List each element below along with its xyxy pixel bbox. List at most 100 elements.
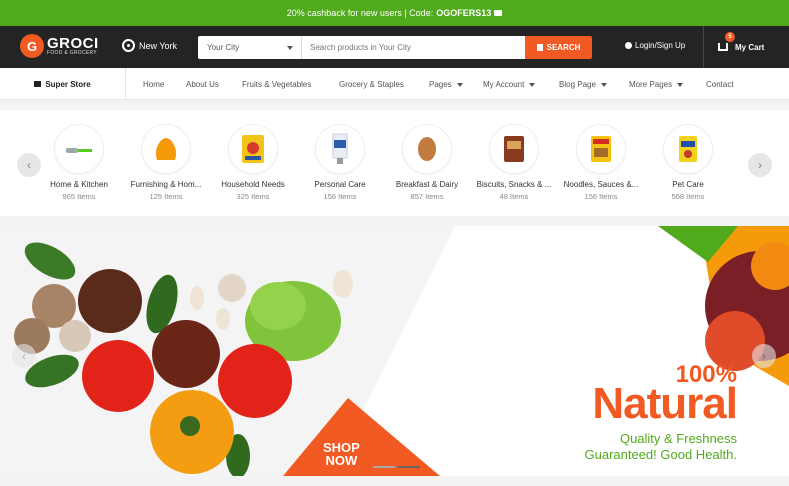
user-icon bbox=[625, 42, 632, 49]
login-label: Login/Sign Up bbox=[635, 41, 686, 50]
banner-tagline-2: Guaranteed! Good Health. bbox=[584, 446, 738, 462]
logo-text: GROCI FOOD & GROCERY bbox=[47, 36, 99, 56]
banner-prev-button[interactable]: ‹ bbox=[12, 344, 36, 368]
category-item[interactable]: Household Needs 325 Items bbox=[208, 124, 298, 201]
category-count: 857 Items bbox=[410, 192, 444, 201]
super-store-button[interactable]: Super Store bbox=[0, 68, 126, 100]
toothpaste-icon bbox=[332, 133, 348, 164]
nav-item-my-account[interactable]: My Account bbox=[483, 80, 536, 89]
chevron-down-icon bbox=[600, 82, 607, 87]
search-icon bbox=[536, 44, 543, 51]
nav-item-about-us[interactable]: About Us bbox=[186, 80, 219, 89]
nav-item-pages[interactable]: Pages bbox=[429, 80, 463, 89]
category-item[interactable]: Personal Care 156 Items bbox=[295, 124, 385, 201]
nav-label: Grocery & Staples bbox=[339, 80, 404, 89]
chevron-down-icon bbox=[677, 82, 684, 87]
category-name: Noodles, Sauces &... bbox=[563, 180, 639, 189]
banner-pagination bbox=[373, 466, 420, 468]
nav-label: More Pages bbox=[629, 80, 673, 89]
category-name: Home & Kitchen bbox=[50, 180, 108, 189]
nav-label: My Account bbox=[483, 80, 525, 89]
category-count: 325 Items bbox=[236, 192, 270, 201]
nav-item-fruits-vegetables[interactable]: Fruits & Vegetables bbox=[242, 80, 311, 89]
category-name: Breakfast & Dairy bbox=[395, 180, 459, 189]
category-name: Personal Care bbox=[314, 180, 366, 189]
logo-name: GROCI bbox=[47, 35, 99, 52]
header: G GROCI FOOD & GROCERY New York Your Cit… bbox=[0, 26, 789, 68]
cart-label: My Cart bbox=[735, 42, 765, 52]
nav-label: Pages bbox=[429, 80, 452, 89]
category-name: Pet Care bbox=[672, 180, 704, 189]
location-selector[interactable]: New York bbox=[122, 39, 177, 52]
category-image bbox=[315, 124, 365, 174]
nav-item-home[interactable]: Home bbox=[143, 80, 164, 89]
category-name: Household Needs bbox=[221, 180, 285, 189]
category-image bbox=[141, 124, 191, 174]
nav-label: Fruits & Vegetables bbox=[242, 80, 312, 89]
search-button-label: SEARCH bbox=[546, 43, 581, 52]
logo-subtitle: FOOD & GROCERY bbox=[47, 50, 97, 56]
banner-tagline-1: Quality & Freshness bbox=[619, 430, 737, 446]
store-icon bbox=[34, 81, 42, 87]
category-item[interactable]: Breakfast & Dairy 857 Items bbox=[382, 124, 472, 201]
detergent-pack-icon bbox=[242, 135, 264, 163]
carousel-next-button[interactable]: › bbox=[748, 153, 772, 177]
shop-now-line2: NOW bbox=[325, 453, 358, 468]
banner-next-button[interactable]: › bbox=[752, 344, 776, 368]
category-item[interactable]: Noodles, Sauces &... 156 Items bbox=[556, 124, 646, 201]
location-pin-icon bbox=[122, 39, 135, 52]
logo-mark: G bbox=[20, 34, 44, 58]
category-count: 125 Items bbox=[149, 192, 183, 201]
login-link[interactable]: Login/Sign Up bbox=[625, 41, 685, 50]
cart-icon bbox=[718, 43, 728, 51]
noodles-pack-icon bbox=[591, 136, 611, 162]
category-item[interactable]: Biscuits, Snacks & ... 48 Items bbox=[469, 124, 559, 201]
nav-item-grocery-staples[interactable]: Grocery & Staples bbox=[339, 80, 404, 89]
nav-label: Blog Page bbox=[559, 80, 596, 89]
chevron-right-icon: › bbox=[762, 349, 766, 363]
category-count: 568 Items bbox=[671, 192, 705, 201]
beanbag-icon bbox=[155, 138, 177, 160]
category-image bbox=[663, 124, 713, 174]
pagination-dot[interactable] bbox=[373, 466, 395, 468]
category-count: 965 Items bbox=[62, 192, 96, 201]
category-item[interactable]: Pet Care 568 Items bbox=[643, 124, 733, 201]
main-nav: Super Store Home About Us Fruits & Veget… bbox=[0, 68, 789, 100]
category-item[interactable]: Home & Kitchen 965 Items bbox=[34, 124, 124, 201]
kitchen-tool-icon bbox=[66, 148, 92, 153]
coupon-icon bbox=[494, 10, 503, 16]
chevron-left-icon: ‹ bbox=[22, 349, 26, 363]
category-count: 156 Items bbox=[323, 192, 357, 201]
category-image bbox=[54, 124, 104, 174]
chevron-right-icon: › bbox=[758, 158, 762, 172]
cart-button[interactable]: 5 My Cart bbox=[703, 26, 789, 68]
nav-item-contact[interactable]: Contact bbox=[706, 80, 734, 89]
pet-food-icon bbox=[679, 136, 697, 162]
promo-code: OGOFERS13 bbox=[436, 8, 492, 18]
category-carousel: ‹ Home & Kitchen 965 Items Furnishing & … bbox=[0, 110, 789, 216]
city-select-value: Your City bbox=[207, 43, 240, 52]
category-name: Furnishing & Hom... bbox=[130, 180, 202, 189]
banner-headline-block: 100% Natural Quality & Freshness Guarant… bbox=[585, 363, 738, 462]
nav-label: Home bbox=[143, 80, 165, 89]
search-input[interactable] bbox=[302, 36, 525, 59]
pagination-dot-active[interactable] bbox=[398, 466, 420, 468]
city-select[interactable]: Your City bbox=[198, 36, 302, 59]
nav-item-more-pages[interactable]: More Pages bbox=[629, 80, 684, 89]
search-button[interactable]: SEARCH bbox=[525, 36, 592, 59]
location-label: New York bbox=[139, 40, 178, 51]
category-count: 48 Items bbox=[499, 192, 529, 201]
category-item[interactable]: Furnishing & Hom... 125 Items bbox=[121, 124, 211, 201]
category-image bbox=[228, 124, 278, 174]
banner-headline: Natural bbox=[592, 379, 738, 428]
logo[interactable]: G GROCI FOOD & GROCERY bbox=[20, 34, 99, 58]
nav-label: Contact bbox=[706, 80, 734, 89]
nav-label: About Us bbox=[186, 80, 219, 89]
nav-item-blog-page[interactable]: Blog Page bbox=[559, 80, 607, 89]
category-image bbox=[576, 124, 626, 174]
cart-count-badge: 5 bbox=[725, 32, 735, 42]
chevron-left-icon: ‹ bbox=[27, 158, 31, 172]
category-name: Biscuits, Snacks & ... bbox=[476, 180, 552, 189]
shop-now-button[interactable]: SHOP NOW bbox=[323, 441, 360, 467]
egg-icon bbox=[418, 137, 436, 161]
